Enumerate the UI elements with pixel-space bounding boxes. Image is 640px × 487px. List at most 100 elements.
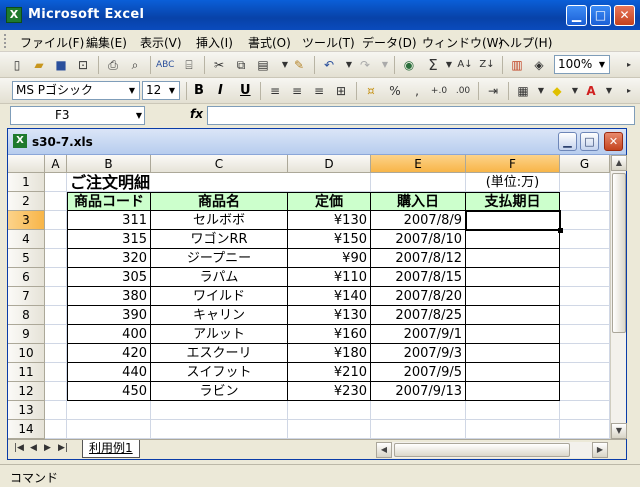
row-header[interactable]: 4 bbox=[8, 230, 45, 249]
chevron-down-icon[interactable]: ▼ bbox=[165, 82, 179, 99]
cell-code[interactable]: 400 bbox=[67, 325, 151, 344]
merge-center-icon[interactable]: ⊞ bbox=[332, 82, 350, 100]
format-painter-icon[interactable]: ✎ bbox=[290, 56, 308, 74]
cell-product-name[interactable]: ラビン bbox=[151, 382, 288, 401]
cell-purchase-date[interactable]: 2007/9/13 bbox=[371, 382, 466, 401]
vertical-scroll-thumb[interactable] bbox=[612, 173, 626, 333]
cell-due-date[interactable] bbox=[466, 287, 560, 306]
empty-cell[interactable] bbox=[45, 268, 67, 287]
cell-price[interactable]: ¥90 bbox=[288, 249, 371, 268]
permission-icon[interactable]: ⊡ bbox=[74, 56, 92, 74]
select-all-corner[interactable] bbox=[8, 155, 45, 173]
column-header-a[interactable]: A bbox=[45, 155, 67, 173]
menu-file[interactable]: ファイル(F) bbox=[20, 34, 84, 51]
borders-icon[interactable]: ▦ bbox=[514, 82, 532, 100]
font-color-icon[interactable]: A bbox=[582, 82, 600, 100]
last-sheet-icon[interactable]: ▶| bbox=[58, 443, 68, 453]
active-cell-selection[interactable] bbox=[465, 210, 561, 231]
cell-code[interactable]: 315 bbox=[67, 230, 151, 249]
cell-code[interactable]: 320 bbox=[67, 249, 151, 268]
empty-cell[interactable] bbox=[560, 363, 610, 382]
empty-cell[interactable] bbox=[560, 192, 610, 211]
cut-icon[interactable]: ✂ bbox=[210, 56, 228, 74]
align-right-icon[interactable]: ≡ bbox=[310, 82, 328, 100]
cell-code[interactable]: 305 bbox=[67, 268, 151, 287]
header-cell-purchase-date[interactable]: 購入日 bbox=[371, 192, 466, 211]
cell-due-date[interactable] bbox=[466, 230, 560, 249]
first-sheet-icon[interactable]: |◀ bbox=[14, 443, 24, 453]
row-header[interactable]: 14 bbox=[8, 420, 45, 439]
menu-window[interactable]: ウィンドウ(W) bbox=[422, 34, 503, 51]
cell-purchase-date[interactable]: 2007/8/25 bbox=[371, 306, 466, 325]
scroll-down-icon[interactable]: ▼ bbox=[611, 423, 627, 439]
cell-product-name[interactable]: ワイルド bbox=[151, 287, 288, 306]
align-center-icon[interactable]: ≡ bbox=[288, 82, 306, 100]
header-cell-code[interactable]: 商品コード bbox=[67, 192, 151, 211]
cell-product-name[interactable]: キャリン bbox=[151, 306, 288, 325]
cell-code[interactable]: 420 bbox=[67, 344, 151, 363]
paste-icon[interactable]: ▤ bbox=[254, 56, 272, 74]
empty-cell[interactable] bbox=[45, 230, 67, 249]
scroll-left-icon[interactable]: ◀ bbox=[376, 442, 392, 458]
excel-icon[interactable]: X bbox=[6, 7, 22, 23]
undo-icon[interactable]: ↶ bbox=[320, 56, 338, 74]
cell-purchase-date[interactable]: 2007/8/12 bbox=[371, 249, 466, 268]
empty-cell[interactable] bbox=[560, 230, 610, 249]
empty-cell[interactable] bbox=[466, 401, 560, 420]
redo-icon[interactable]: ↷ bbox=[356, 56, 374, 74]
empty-cell[interactable] bbox=[560, 401, 610, 420]
row-header[interactable]: 11 bbox=[8, 363, 45, 382]
empty-cell[interactable] bbox=[560, 420, 610, 439]
empty-cell[interactable] bbox=[45, 249, 67, 268]
drawing-icon[interactable]: ◈ bbox=[530, 56, 548, 74]
sort-ascending-icon[interactable]: A↓ bbox=[456, 56, 474, 74]
cell-purchase-date[interactable]: 2007/8/10 bbox=[371, 230, 466, 249]
cell-product-name[interactable]: スイフット bbox=[151, 363, 288, 382]
empty-cell[interactable] bbox=[45, 344, 67, 363]
fill-handle[interactable] bbox=[558, 228, 563, 233]
cell-price[interactable]: ¥180 bbox=[288, 344, 371, 363]
print-icon[interactable]: ⎙ bbox=[104, 56, 122, 74]
new-icon[interactable]: ▯ bbox=[8, 56, 26, 74]
increase-decimal-icon[interactable]: +.0 bbox=[430, 82, 448, 100]
bold-button[interactable]: B bbox=[194, 82, 204, 100]
column-header-e[interactable]: E bbox=[371, 155, 466, 173]
empty-cell[interactable] bbox=[560, 287, 610, 306]
horizontal-scrollbar[interactable]: ◀ ▶ bbox=[376, 442, 608, 458]
empty-cell[interactable] bbox=[288, 401, 371, 420]
column-header-f[interactable]: F bbox=[466, 155, 560, 173]
formula-input[interactable] bbox=[207, 106, 635, 125]
header-cell-name[interactable]: 商品名 bbox=[151, 192, 288, 211]
row-header[interactable]: 8 bbox=[8, 306, 45, 325]
empty-cell[interactable] bbox=[560, 249, 610, 268]
column-header-b[interactable]: B bbox=[67, 155, 151, 173]
fill-color-icon[interactable]: ◆ bbox=[548, 82, 566, 100]
menu-view[interactable]: 表示(V) bbox=[140, 34, 182, 51]
empty-cell[interactable] bbox=[560, 268, 610, 287]
cell-product-name[interactable]: ジープニー bbox=[151, 249, 288, 268]
row-header[interactable]: 7 bbox=[8, 287, 45, 306]
empty-cell[interactable] bbox=[560, 173, 610, 192]
workbook-icon[interactable]: X bbox=[13, 134, 27, 148]
empty-cell[interactable] bbox=[45, 401, 67, 420]
chevron-down-icon[interactable]: ▼ bbox=[136, 107, 142, 124]
cell-due-date[interactable] bbox=[466, 363, 560, 382]
next-sheet-icon[interactable]: ▶ bbox=[44, 443, 51, 453]
cell-due-date[interactable] bbox=[466, 249, 560, 268]
menu-insert[interactable]: 挿入(I) bbox=[196, 34, 233, 51]
minimize-button[interactable]: ▁ bbox=[566, 5, 587, 26]
empty-cell[interactable] bbox=[45, 420, 67, 439]
maximize-button[interactable]: □ bbox=[590, 5, 611, 26]
menu-data[interactable]: データ(D) bbox=[362, 34, 417, 51]
menu-edit[interactable]: 編集(E) bbox=[86, 34, 127, 51]
menu-format[interactable]: 書式(O) bbox=[248, 34, 291, 51]
horizontal-scroll-thumb[interactable] bbox=[394, 443, 570, 457]
empty-cell[interactable] bbox=[466, 420, 560, 439]
sort-descending-icon[interactable]: Z↓ bbox=[478, 56, 496, 74]
empty-cell[interactable] bbox=[560, 306, 610, 325]
cell-purchase-date[interactable]: 2007/8/15 bbox=[371, 268, 466, 287]
currency-icon[interactable]: ¤ bbox=[362, 82, 380, 100]
cell-product-name[interactable]: アルット bbox=[151, 325, 288, 344]
column-header-c[interactable]: C bbox=[151, 155, 288, 173]
cell-due-date[interactable] bbox=[466, 344, 560, 363]
